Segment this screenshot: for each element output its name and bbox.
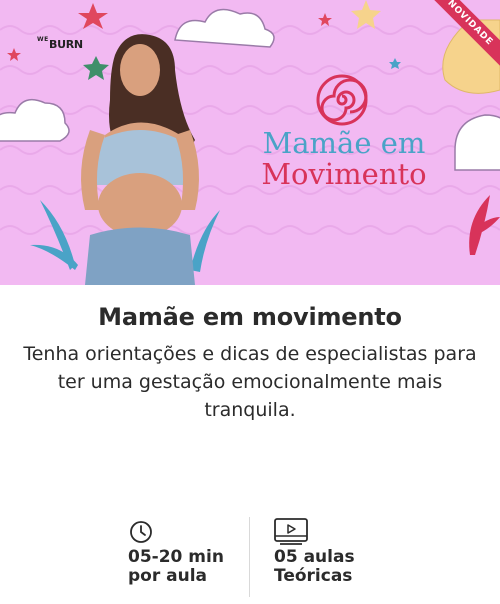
course-logo-line2: Movimento xyxy=(261,157,427,191)
course-logo-title: Mamãe em Movimento xyxy=(244,128,444,190)
clock-icon xyxy=(128,517,162,547)
duration-info: 05-20 min por aula xyxy=(128,517,224,585)
brand-logo-main: BURN xyxy=(49,38,83,51)
course-meta: 05-20 min por aula 05 aulas Teóricas xyxy=(0,517,500,601)
duration-line2: por aula xyxy=(128,566,208,586)
video-icon xyxy=(274,517,308,547)
lessons-line2: Teóricas xyxy=(274,566,353,586)
brand-logo-top: WE xyxy=(37,36,49,43)
course-banner: WE BURN NOVIDADE Mamãe em Movimento xyxy=(0,0,500,285)
course-card[interactable]: WE BURN NOVIDADE Mamãe em Movimento Mamã… xyxy=(0,0,500,604)
course-logo-line1: Mamãe em xyxy=(262,126,426,160)
lessons-info: 05 aulas Teóricas xyxy=(274,517,355,585)
lessons-line1: 05 aulas xyxy=(274,547,355,567)
course-title[interactable]: Mamãe em movimento xyxy=(0,303,500,331)
duration-line1: 05-20 min xyxy=(128,547,224,567)
course-description: Tenha orientações e dicas de especialist… xyxy=(23,343,477,421)
meta-divider xyxy=(249,517,250,597)
